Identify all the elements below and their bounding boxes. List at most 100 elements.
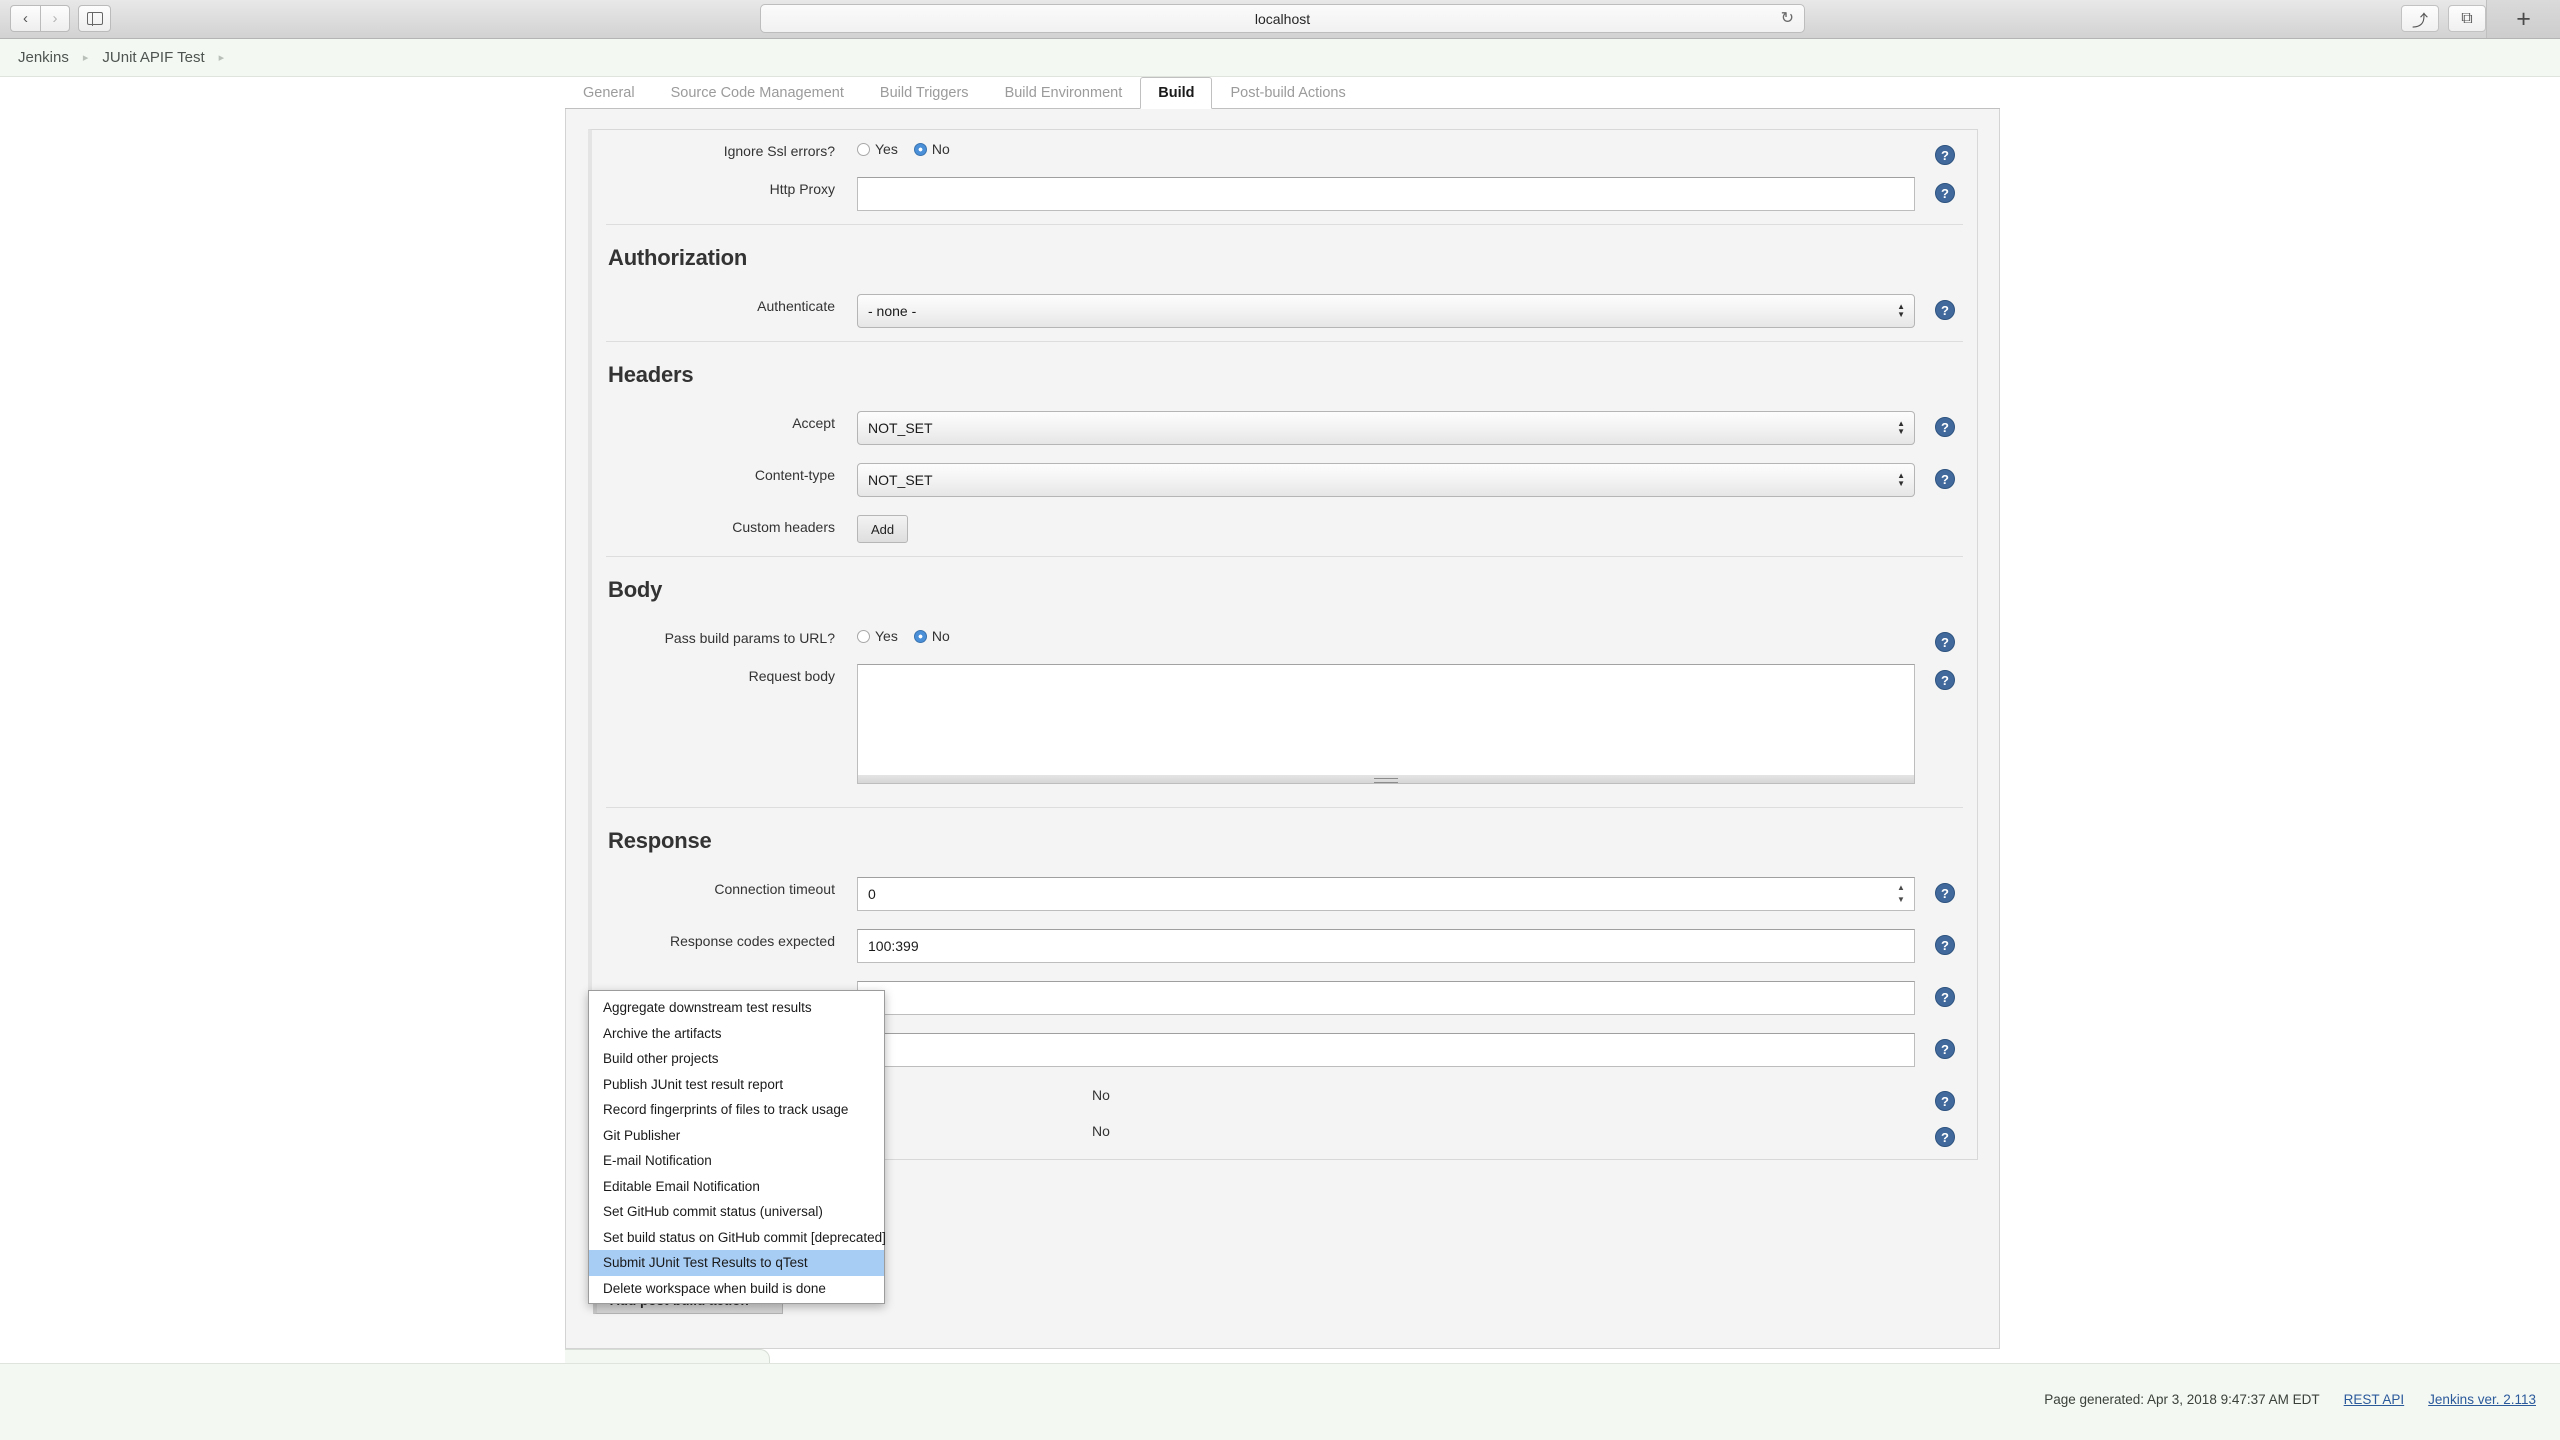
help-icon-request-body[interactable]: ? — [1935, 670, 1955, 690]
post-build-action-menu[interactable]: Aggregate downstream test results Archiv… — [588, 990, 885, 1304]
help-icon-obscured-text[interactable]: ? — [1935, 987, 1955, 1007]
share-icon[interactable]: ⤴ — [2401, 5, 2439, 32]
radio-label-pass-params-yes[interactable]: Yes — [875, 628, 898, 644]
back-icon[interactable]: ‹ — [10, 5, 40, 32]
reload-icon[interactable]: ↻ — [1781, 11, 1794, 27]
jenkins-version-link[interactable]: Jenkins ver. 2.113 — [2428, 1392, 2536, 1407]
label-authenticate: Authenticate — [592, 294, 857, 314]
menu-item-submit-junit-test-results-to-qtest[interactable]: Submit JUnit Test Results to qTest — [589, 1250, 884, 1276]
menu-item-set-build-status-github-deprecated[interactable]: Set build status on GitHub commit [depre… — [589, 1225, 884, 1251]
row-response-codes: Response codes expected ? — [592, 920, 1977, 972]
label-request-body: Request body — [592, 664, 857, 684]
row-request-body: Request body ? — [592, 655, 1977, 803]
tab-build[interactable]: Build — [1140, 77, 1212, 109]
menu-item-aggregate-downstream-test-results[interactable]: Aggregate downstream test results — [589, 995, 884, 1021]
tab-build-environment[interactable]: Build Environment — [987, 77, 1141, 109]
back-glyph: ‹ — [23, 11, 28, 26]
menu-item-editable-email-notification[interactable]: Editable Email Notification — [589, 1174, 884, 1200]
field-connection-timeout: ▲▼ ? — [857, 877, 1977, 911]
main-area: General Source Code Management Build Tri… — [0, 77, 2560, 1402]
heading-body: Body — [592, 561, 1977, 617]
request-body-textarea[interactable] — [857, 664, 1915, 776]
breadcrumb: Jenkins ▸ JUnit APIF Test ▸ — [0, 39, 2560, 77]
radio-label-obscured-2-no[interactable]: No — [1092, 1123, 1110, 1139]
radio-pass-params-yes[interactable] — [857, 630, 870, 643]
tab-post-build-actions[interactable]: Post-build Actions — [1212, 77, 1363, 109]
http-proxy-input[interactable] — [857, 177, 1915, 211]
label-connection-timeout: Connection timeout — [592, 877, 857, 897]
response-codes-input[interactable] — [857, 929, 1915, 963]
tab-source-code-management[interactable]: Source Code Management — [653, 77, 862, 109]
menu-item-publish-junit-test-result-report[interactable]: Publish JUnit test result report — [589, 1072, 884, 1098]
breadcrumb-item-project[interactable]: JUnit APIF Test — [102, 49, 204, 66]
field-accept: NOT_SET ▲▼ ? — [857, 411, 1977, 445]
label-http-proxy: Http Proxy — [592, 177, 857, 197]
divider-response — [606, 807, 1963, 808]
radio-group-obscured-1: No — [857, 1085, 1915, 1103]
field-obscured-text: ? — [857, 981, 1977, 1015]
radio-group-ignore-ssl-errors: Yes No — [857, 139, 1915, 157]
help-icon-authenticate[interactable]: ? — [1935, 300, 1955, 320]
chevron-updown-icon-accept: ▲▼ — [1897, 420, 1905, 436]
new-tab-button[interactable]: + — [2486, 0, 2560, 38]
add-custom-header-button[interactable]: Add — [857, 515, 908, 543]
radio-label-ignore-ssl-no[interactable]: No — [932, 141, 950, 157]
menu-item-build-other-projects[interactable]: Build other projects — [589, 1046, 884, 1072]
row-content-type: Content-type NOT_SET ▲▼ ? — [592, 454, 1977, 506]
field-custom-headers: Add — [857, 515, 1977, 543]
connection-timeout-input[interactable] — [857, 877, 1915, 911]
help-icon-accept[interactable]: ? — [1935, 417, 1955, 437]
label-pass-build-params: Pass build params to URL? — [592, 626, 857, 646]
menu-item-archive-the-artifacts[interactable]: Archive the artifacts — [589, 1021, 884, 1047]
obscured-xml-input[interactable] — [857, 1033, 1915, 1067]
help-icon-obscured-radio-1[interactable]: ? — [1935, 1091, 1955, 1111]
rest-api-link[interactable]: REST API — [2344, 1392, 2405, 1407]
help-icon-obscured-radio-2[interactable]: ? — [1935, 1127, 1955, 1147]
help-icon-response-codes[interactable]: ? — [1935, 935, 1955, 955]
forward-icon[interactable]: › — [40, 5, 70, 32]
help-icon-content-type[interactable]: ? — [1935, 469, 1955, 489]
nav-button-group: ‹ › — [10, 5, 70, 32]
radio-group-pass-build-params: Yes No — [857, 626, 1915, 644]
chevron-updown-icon-content-type: ▲▼ — [1897, 472, 1905, 488]
field-http-proxy: ? — [857, 177, 1977, 211]
divider-authorization — [606, 224, 1963, 225]
radio-label-pass-params-no[interactable]: No — [932, 628, 950, 644]
textarea-resize-handle[interactable] — [857, 775, 1915, 784]
authenticate-select[interactable]: - none - ▲▼ — [857, 294, 1915, 328]
help-icon-connection-timeout[interactable]: ? — [1935, 883, 1955, 903]
menu-item-email-notification[interactable]: E-mail Notification — [589, 1148, 884, 1174]
radio-ignore-ssl-no[interactable] — [914, 143, 927, 156]
help-icon-http-proxy[interactable]: ? — [1935, 183, 1955, 203]
field-content-type: NOT_SET ▲▼ ? — [857, 463, 1977, 497]
address-bar[interactable]: localhost ↻ — [760, 4, 1805, 33]
field-pass-build-params: Yes No ? — [857, 626, 1977, 644]
row-authenticate: Authenticate - none - ▲▼ ? — [592, 285, 1977, 337]
breadcrumb-separator-trailing-icon: ▸ — [219, 51, 225, 64]
row-ignore-ssl-errors: Ignore Ssl errors? Yes No ? — [592, 130, 1977, 168]
help-icon-pass-build-params[interactable]: ? — [1935, 632, 1955, 652]
accept-select[interactable]: NOT_SET ▲▼ — [857, 411, 1915, 445]
menu-item-git-publisher[interactable]: Git Publisher — [589, 1123, 884, 1149]
menu-item-record-fingerprints[interactable]: Record fingerprints of files to track us… — [589, 1097, 884, 1123]
help-icon-obscured-xml[interactable]: ? — [1935, 1039, 1955, 1059]
radio-label-ignore-ssl-yes[interactable]: Yes — [875, 141, 898, 157]
obscured-text-input[interactable] — [857, 981, 1915, 1015]
sidebar-toggle-icon[interactable] — [78, 5, 111, 32]
radio-label-obscured-1-no[interactable]: No — [1092, 1087, 1110, 1103]
row-accept: Accept NOT_SET ▲▼ ? — [592, 402, 1977, 454]
radio-pass-params-no[interactable] — [914, 630, 927, 643]
row-connection-timeout: Connection timeout ▲▼ ? — [592, 868, 1977, 920]
menu-item-delete-workspace-when-build-is-done[interactable]: Delete workspace when build is done — [589, 1276, 884, 1302]
tabs-overview-icon[interactable]: ⧉ — [2448, 5, 2486, 32]
menu-item-set-github-commit-status-universal[interactable]: Set GitHub commit status (universal) — [589, 1199, 884, 1225]
content-type-select[interactable]: NOT_SET ▲▼ — [857, 463, 1915, 497]
tab-build-triggers[interactable]: Build Triggers — [862, 77, 987, 109]
tab-general[interactable]: General — [565, 77, 653, 109]
radio-ignore-ssl-yes[interactable] — [857, 143, 870, 156]
help-icon-ignore-ssl[interactable]: ? — [1935, 145, 1955, 165]
breadcrumb-separator-icon: ▸ — [83, 51, 89, 64]
page-generated-text: Page generated: Apr 3, 2018 9:47:37 AM E… — [2044, 1392, 2319, 1407]
breadcrumb-item-jenkins[interactable]: Jenkins — [18, 49, 69, 66]
stepper-connection-timeout[interactable]: ▲▼ — [1895, 884, 1907, 904]
